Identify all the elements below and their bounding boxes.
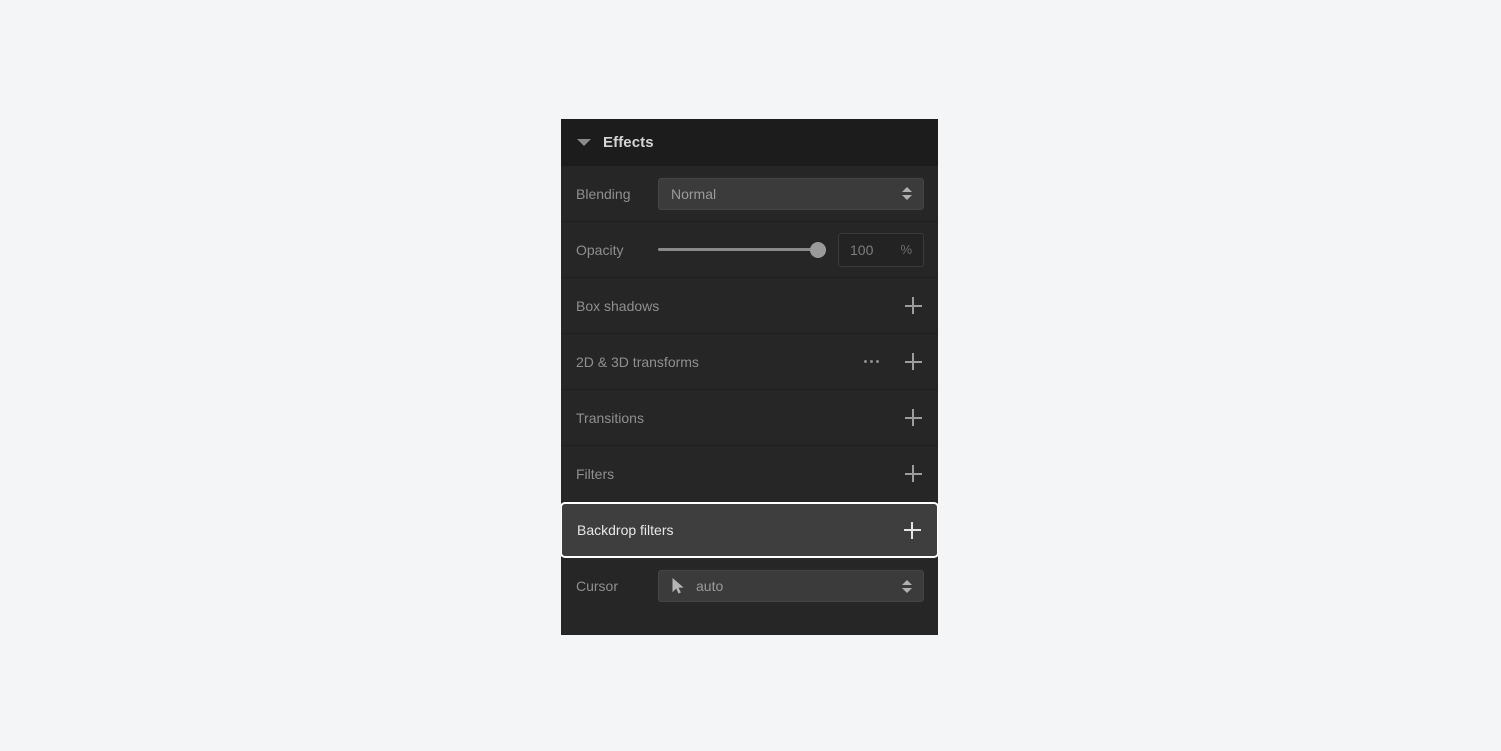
stepper-arrows-icon[interactable] (902, 578, 913, 594)
transforms-menu-button[interactable] (860, 351, 882, 373)
section-row-filters[interactable]: Filters (561, 446, 938, 502)
section-row-box-shadows[interactable]: Box shadows (561, 278, 938, 334)
add-backdrop-filter-button[interactable] (901, 519, 923, 541)
opacity-unit-label: % (900, 242, 912, 257)
slider-track (658, 248, 826, 251)
blending-row: Blending Normal (561, 166, 938, 222)
cursor-row: Cursor auto (561, 558, 938, 614)
stepper-arrows-icon[interactable] (902, 186, 913, 202)
opacity-label: Opacity (576, 241, 624, 258)
cursor-label: Cursor (576, 578, 619, 594)
ellipsis-icon (863, 360, 879, 363)
opacity-input-value: 100 (850, 241, 874, 258)
opacity-row: Opacity 100 % (561, 222, 938, 278)
effects-panel: Effects Blending Normal Opacity 100 % Bo… (561, 119, 938, 635)
cursor-select[interactable]: auto (658, 570, 924, 602)
add-box-shadow-button[interactable] (902, 295, 924, 317)
add-transform-button[interactable] (902, 351, 924, 373)
panel-title: Effects (603, 134, 654, 151)
caret-down-icon[interactable] (577, 139, 591, 146)
section-row-transforms[interactable]: 2D & 3D transforms (561, 334, 938, 390)
opacity-input[interactable]: 100 % (838, 232, 924, 267)
plus-icon (904, 297, 922, 314)
section-label: Backdrop filters (577, 522, 674, 538)
plus-icon (904, 409, 922, 426)
section-label: 2D & 3D transforms (576, 353, 699, 370)
add-filter-button[interactable] (902, 463, 924, 485)
cursor-select-value: auto (696, 578, 724, 594)
plus-icon (903, 521, 921, 539)
blending-select-value: Normal (671, 185, 717, 202)
section-label: Transitions (576, 409, 644, 426)
add-transition-button[interactable] (902, 407, 924, 429)
section-label: Box shadows (576, 297, 660, 314)
effects-panel-header[interactable]: Effects (561, 119, 938, 166)
blending-select[interactable]: Normal (658, 177, 924, 210)
plus-icon (904, 465, 922, 482)
blending-label: Blending (576, 185, 631, 202)
slider-thumb[interactable] (810, 241, 826, 258)
mouse-pointer-icon (671, 577, 686, 595)
section-row-transitions[interactable]: Transitions (561, 390, 938, 446)
opacity-slider[interactable] (658, 234, 826, 266)
section-row-backdrop-filters[interactable]: Backdrop filters (561, 502, 938, 558)
plus-icon (904, 353, 922, 370)
section-label: Filters (576, 465, 615, 482)
